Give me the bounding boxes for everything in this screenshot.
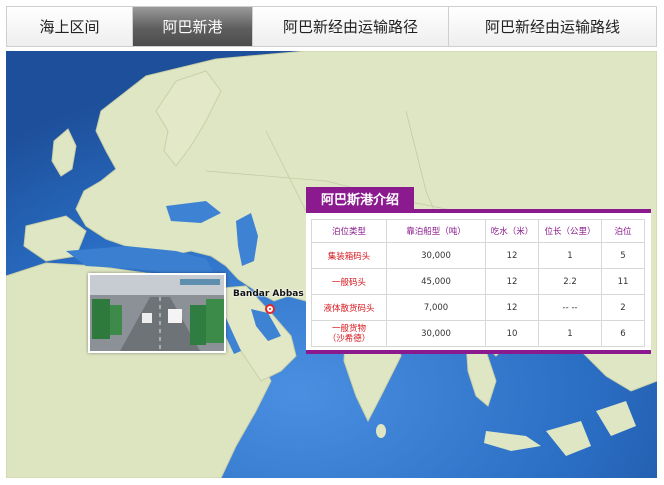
cell-vessel-size: 30,000 [386, 242, 486, 269]
header-vessel-size: 靠泊船型（吨） [386, 219, 486, 243]
cell-vessel-size: 45,000 [386, 268, 486, 295]
header-berths: 泊位 [601, 219, 645, 243]
table-row: 一般货物 （沙希德） 30,000 10 1 6 [311, 320, 645, 347]
cell-vessel-size: 7,000 [386, 294, 486, 321]
cell-draft: 12 [485, 294, 539, 321]
cell-length: 2.2 [538, 268, 602, 295]
cell-berths: 2 [601, 294, 645, 321]
header-draft: 吃水（米） [485, 219, 539, 243]
panel-body: 泊位类型 靠泊船型（吨） 吃水（米） 位长（公里） 泊位 集装箱码头 30,00… [306, 209, 651, 354]
tab-bandar-abbas-port[interactable]: 阿巴新港 [133, 7, 253, 46]
port-location-marker[interactable] [265, 304, 275, 314]
tab-bar: 海上区间 阿巴新港 阿巴新经由运输路径 阿巴新经由运输路线 [6, 6, 657, 47]
panel-title: 阿巴斯港介绍 [306, 187, 414, 209]
port-label: Bandar Abbas [233, 289, 304, 299]
row-label: 集装箱码头 [311, 242, 387, 269]
header-length: 位长（公里） [538, 219, 602, 243]
port-info-panel: 阿巴斯港介绍 泊位类型 靠泊船型（吨） 吃水（米） 位长（公里） 泊位 集装箱码… [306, 187, 651, 354]
cell-berths: 11 [601, 268, 645, 295]
tab-sea-section[interactable]: 海上区间 [7, 7, 133, 46]
row-label: 一般码头 [311, 268, 387, 295]
cell-length: -- -- [538, 294, 602, 321]
cell-draft: 12 [485, 242, 539, 269]
cell-vessel-size: 30,000 [386, 320, 486, 347]
table-row: 液体散货码头 7,000 12 -- -- 2 [311, 294, 645, 321]
header-berth-type: 泊位类型 [311, 219, 387, 243]
tab-transit-route[interactable]: 阿巴新经由运输路线 [449, 7, 656, 46]
cell-length: 1 [538, 320, 602, 347]
row-label: 一般货物 （沙希德） [311, 320, 387, 347]
cell-berths: 6 [601, 320, 645, 347]
table-row: 集装箱码头 30,000 12 1 5 [311, 242, 645, 269]
table-row: 一般码头 45,000 12 2.2 11 [311, 268, 645, 295]
tab-transit-path[interactable]: 阿巴新经由运输路径 [253, 7, 449, 46]
port-info-table: 泊位类型 靠泊船型（吨） 吃水（米） 位长（公里） 泊位 集装箱码头 30,00… [311, 219, 645, 347]
table-header-row: 泊位类型 靠泊船型（吨） 吃水（米） 位长（公里） 泊位 [311, 219, 645, 243]
world-map: Bandar Abbas 阿巴斯港介绍 泊位类型 靠泊船型（吨） 吃水（米） 位… [6, 51, 657, 478]
port-photo-image [90, 275, 224, 351]
cell-length: 1 [538, 242, 602, 269]
port-photo [88, 273, 226, 353]
cell-draft: 10 [485, 320, 539, 347]
row-label: 液体散货码头 [311, 294, 387, 321]
cell-draft: 12 [485, 268, 539, 295]
cell-berths: 5 [601, 242, 645, 269]
